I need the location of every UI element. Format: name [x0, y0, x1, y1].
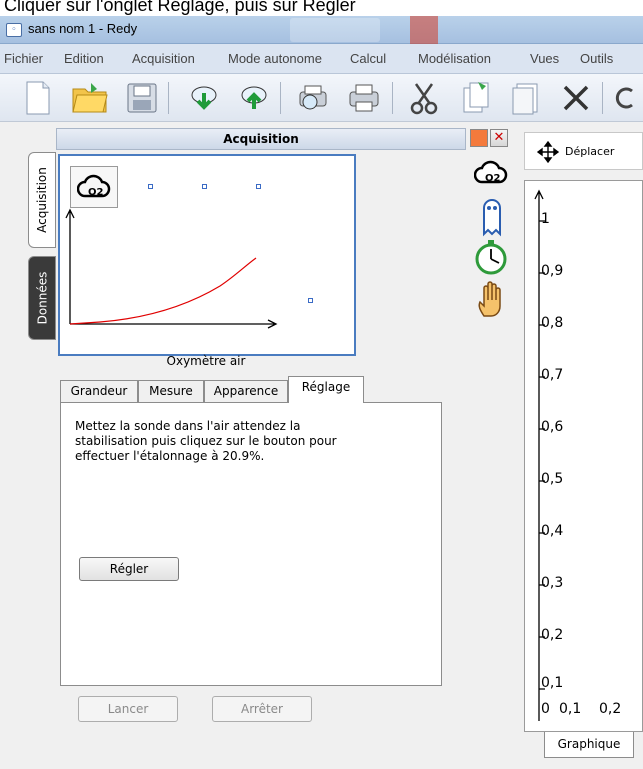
reglage-content: Mettez la sonde dans l'air attendez la s… [60, 402, 442, 686]
cut-icon[interactable] [404, 78, 444, 118]
delete-icon[interactable] [556, 78, 596, 118]
side-tabs: Acquisition Données [22, 152, 56, 769]
x-tick-label: 0 [541, 701, 550, 717]
panel-float-button[interactable] [470, 129, 488, 147]
tab-acquisition-side[interactable]: Acquisition [28, 152, 56, 248]
tab-mesure[interactable]: Mesure [138, 380, 204, 402]
menu-fichier[interactable]: Fichier [4, 51, 43, 66]
sensor-icon-strip: O2 [470, 156, 514, 326]
tab-reglage[interactable]: Réglage [288, 376, 364, 403]
main-toolbar [0, 74, 643, 122]
close-icon: ✕ [493, 130, 505, 145]
save-icon[interactable] [122, 78, 162, 118]
lancer-button[interactable]: Lancer [78, 696, 178, 722]
y-tick-label: 0,4 [541, 523, 564, 539]
menu-bar: Fichier Edition Acquisition Mode autonom… [0, 44, 643, 74]
window-title: sans nom 1 - Redy [28, 21, 138, 36]
y-tick-label: 0,5 [541, 471, 564, 487]
tab-donnees-side-label: Données [35, 271, 49, 325]
y-tick-label: 0,6 [541, 419, 564, 435]
toolbar-separator [280, 82, 281, 114]
svg-text:O2: O2 [485, 173, 501, 184]
app-icon: ◦ [6, 23, 22, 37]
y-tick-label: 0,9 [541, 263, 564, 279]
regler-button[interactable]: Régler [79, 557, 179, 581]
title-bar: ◦ sans nom 1 - Redy [0, 16, 643, 44]
y-tick-label: 0,3 [541, 575, 564, 591]
sensor-name: Oxymètre air [166, 354, 246, 368]
tab-acquisition-side-label: Acquisition [35, 167, 50, 233]
upload-icon[interactable] [234, 78, 274, 118]
paste-icon[interactable] [506, 78, 546, 118]
toolbar-separator [392, 82, 393, 114]
panel-close-button[interactable]: ✕ [490, 129, 508, 147]
acquisition-panel-title: Acquisition [56, 128, 466, 150]
menu-edition[interactable]: Edition [64, 51, 104, 66]
graph-area: Déplacer 1 0,9 0,8 0,7 0,6 0,5 0,4 0,3 0… [520, 128, 643, 769]
instruction-text: Cliquer sur l'onglet Réglage, puis sur R… [0, 0, 643, 16]
menu-outils[interactable]: Outils [580, 51, 613, 66]
tab-apparence[interactable]: Apparence [204, 380, 288, 402]
x-tick-label: 0,2 [599, 701, 622, 717]
menu-mode-autonome[interactable]: Mode autonome [228, 51, 322, 66]
acquisition-panel: Acquisition ✕ O2 Oxymètre air Grandeur M… [56, 128, 520, 769]
stopwatch-icon[interactable] [474, 238, 508, 276]
menu-vues[interactable]: Vues [530, 51, 559, 66]
y-tick-label: 1 [541, 211, 550, 227]
y-tick-label: 0,8 [541, 315, 564, 331]
print-preview-icon[interactable] [294, 78, 334, 118]
tab-grandeur[interactable]: Grandeur [60, 380, 138, 402]
y-tick-label: 0,7 [541, 367, 564, 383]
arreter-button[interactable]: Arrêter [212, 696, 312, 722]
sensor-preview[interactable]: O2 [58, 154, 356, 356]
mini-graph [65, 208, 278, 329]
y-tick-label: 0,2 [541, 627, 564, 643]
menu-acquisition[interactable]: Acquisition [132, 51, 195, 66]
new-document-icon[interactable] [18, 78, 58, 118]
open-folder-icon[interactable] [70, 78, 110, 118]
print-icon[interactable] [344, 78, 384, 118]
copy-icon[interactable] [456, 78, 496, 118]
undo-icon[interactable] [610, 78, 640, 118]
graph-toolbar: Déplacer [524, 132, 643, 170]
tab-donnees-side[interactable]: Données [28, 256, 56, 340]
move-arrows-icon[interactable] [537, 141, 559, 163]
titlebar-glow [410, 16, 438, 44]
toolbar-separator [168, 82, 169, 114]
toolbar-separator [602, 82, 603, 114]
y-tick-label: 0,1 [541, 675, 564, 691]
hand-icon[interactable] [476, 280, 506, 320]
menu-modelisation[interactable]: Modélisation [418, 51, 491, 66]
ghost-icon[interactable] [478, 194, 506, 238]
menu-calcul[interactable]: Calcul [350, 51, 386, 66]
download-icon[interactable] [184, 78, 224, 118]
x-tick-label: 0,1 [559, 701, 582, 717]
graph-canvas[interactable]: 1 0,9 0,8 0,7 0,6 0,5 0,4 0,3 0,2 0,1 0 … [524, 180, 643, 732]
o2-sensor-icon[interactable]: O2 [474, 156, 508, 190]
calibration-message: Mettez la sonde dans l'air attendez la s… [75, 419, 337, 463]
titlebar-glow [290, 18, 380, 42]
tab-graphique[interactable]: Graphique [544, 732, 634, 758]
deplacer-label[interactable]: Déplacer [565, 145, 614, 158]
